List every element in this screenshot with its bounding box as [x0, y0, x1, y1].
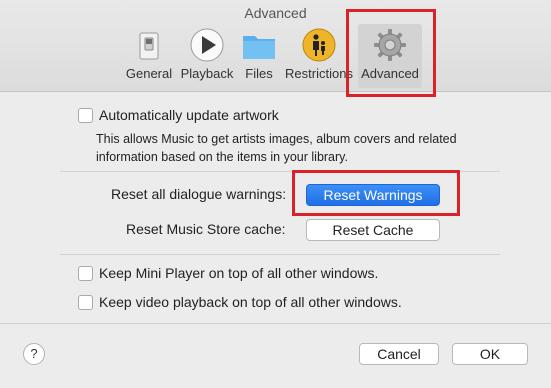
tab-restrictions[interactable]: Restrictions [283, 24, 355, 88]
tab-general-label: General [125, 66, 173, 81]
preferences-window: Advanced General Playback Files Restrict… [0, 0, 551, 388]
gear-icon [374, 29, 406, 61]
tab-files-label: Files [245, 66, 273, 81]
footer-separator [0, 323, 551, 324]
separator [60, 254, 500, 255]
reset-cache-label: Reset Music Store cache: [126, 221, 286, 237]
reset-warnings-label: Reset all dialogue warnings: [111, 186, 287, 202]
help-button[interactable]: ? [23, 343, 45, 365]
parental-restriction-icon [302, 28, 336, 62]
artwork-checkbox[interactable] [78, 108, 93, 123]
ok-button[interactable]: OK [452, 343, 528, 365]
tab-playback-label: Playback [180, 66, 234, 81]
reset-warnings-button[interactable]: Reset Warnings [306, 184, 440, 206]
artwork-checkbox-label: Automatically update artwork [99, 107, 279, 123]
mini-player-label: Keep Mini Player on top of all other win… [99, 265, 379, 281]
artwork-description-line1: This allows Music to get artists images,… [96, 132, 457, 146]
artwork-description-line2: information based on the items in your l… [96, 150, 348, 164]
tab-advanced[interactable]: Advanced [358, 24, 422, 88]
folder-icon [243, 36, 275, 59]
video-playback-checkbox[interactable] [78, 295, 93, 310]
cancel-button[interactable]: Cancel [359, 343, 439, 365]
tab-playback[interactable]: Playback [178, 24, 236, 88]
tab-advanced-label: Advanced [361, 66, 419, 81]
general-switch-icon [139, 32, 159, 60]
mini-player-checkbox[interactable] [78, 266, 93, 281]
toolbar: Advanced General Playback Files Restrict… [0, 0, 551, 97]
artwork-description: This allows Music to get artists images,… [96, 130, 516, 166]
tab-files[interactable]: Files [238, 24, 280, 88]
video-playback-label: Keep video playback on top of all other … [99, 294, 402, 310]
separator [60, 171, 500, 172]
play-icon [190, 28, 224, 62]
tab-restrictions-label: Restrictions [285, 66, 353, 81]
tab-general[interactable]: General [122, 24, 176, 88]
reset-cache-button[interactable]: Reset Cache [306, 219, 440, 241]
window-title: Advanced [244, 5, 307, 21]
